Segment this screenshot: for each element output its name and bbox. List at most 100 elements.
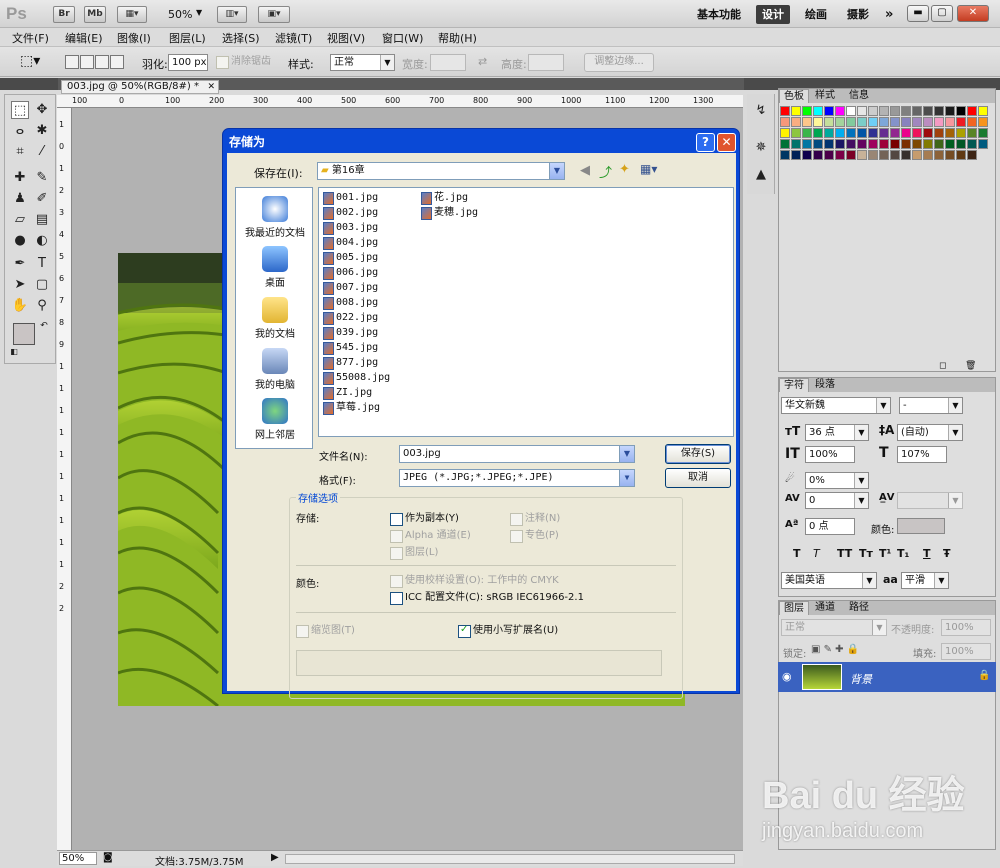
- path-selection-icon[interactable]: ➤: [11, 276, 29, 294]
- back-icon[interactable]: ◀: [580, 163, 590, 178]
- dialog-close-button[interactable]: ✕: [717, 133, 736, 152]
- tsume-input[interactable]: 0% ▼: [805, 472, 869, 489]
- color-swatch[interactable]: [912, 150, 922, 160]
- color-swatch[interactable]: [846, 128, 856, 138]
- file-item[interactable]: 002.jpg: [323, 205, 378, 220]
- color-swatch[interactable]: [835, 117, 845, 127]
- color-swatch[interactable]: [967, 150, 977, 160]
- superscript-button[interactable]: T¹: [879, 547, 891, 560]
- tab-info[interactable]: 信息: [845, 89, 873, 103]
- place-desktop[interactable]: 桌面: [236, 246, 314, 289]
- color-swatch[interactable]: [923, 106, 933, 116]
- file-item[interactable]: 005.jpg: [323, 250, 378, 265]
- file-item[interactable]: 022.jpg: [323, 310, 378, 325]
- history-panel-icon[interactable]: ↯: [752, 102, 770, 120]
- file-item[interactable]: 004.jpg: [323, 235, 378, 250]
- kerning-input[interactable]: 0 ▼: [805, 492, 869, 509]
- color-swatch[interactable]: [813, 139, 823, 149]
- status-menu-arrow-icon[interactable]: ▶: [271, 852, 279, 863]
- file-item[interactable]: 039.jpg: [323, 325, 378, 340]
- healing-brush-icon[interactable]: ✚: [11, 169, 29, 187]
- screen-mode-button[interactable]: ▣▾: [258, 6, 290, 23]
- tracking-input[interactable]: ▼: [897, 492, 963, 509]
- visibility-eye-icon[interactable]: ◉: [782, 670, 792, 683]
- color-swatch[interactable]: [890, 117, 900, 127]
- color-swatch[interactable]: [890, 139, 900, 149]
- color-swatch[interactable]: [846, 106, 856, 116]
- color-swatch[interactable]: [780, 139, 790, 149]
- height-input[interactable]: [528, 54, 564, 71]
- color-swatch[interactable]: [923, 128, 933, 138]
- shape-tool-icon[interactable]: ▢: [33, 276, 51, 294]
- opacity-input[interactable]: 100%: [941, 619, 991, 636]
- color-swatch[interactable]: [956, 106, 966, 116]
- color-swatch[interactable]: [780, 106, 790, 116]
- color-swatch[interactable]: [868, 117, 878, 127]
- workspace-design[interactable]: 设计: [756, 5, 790, 24]
- layers-checkbox[interactable]: 图层(L): [390, 546, 438, 560]
- gradient-tool-icon[interactable]: ▤: [33, 211, 51, 229]
- new-swatch-icon[interactable]: ◻: [939, 361, 946, 371]
- file-item[interactable]: 55008.jpg: [323, 370, 390, 385]
- annotations-checkbox[interactable]: 注释(N): [510, 512, 560, 526]
- menu-layer[interactable]: 图层(L): [169, 30, 206, 46]
- marquee-tool-icon[interactable]: ⬚: [11, 101, 29, 119]
- place-my-documents[interactable]: 我的文档: [236, 297, 314, 340]
- menu-filter[interactable]: 滤镜(T): [275, 30, 312, 46]
- tab-character[interactable]: 字符: [779, 378, 809, 392]
- menu-window[interactable]: 窗口(W): [382, 30, 423, 46]
- color-swatch[interactable]: [813, 106, 823, 116]
- navigator-panel-icon[interactable]: ✵: [752, 139, 770, 157]
- leading-input[interactable]: (自动) ▼: [897, 424, 963, 441]
- place-my-computer[interactable]: 我的电脑: [236, 348, 314, 391]
- color-swatch[interactable]: [901, 106, 911, 116]
- color-swatch[interactable]: [802, 139, 812, 149]
- color-swatch[interactable]: [857, 117, 867, 127]
- color-swatch[interactable]: [813, 117, 823, 127]
- dodge-tool-icon[interactable]: ◐: [33, 232, 51, 250]
- color-swatch[interactable]: [912, 106, 922, 116]
- clone-stamp-icon[interactable]: ♟: [11, 190, 29, 208]
- color-swatch[interactable]: [813, 128, 823, 138]
- zoom-level[interactable]: 50%: [168, 8, 192, 21]
- font-size-input[interactable]: 36 点 ▼: [805, 424, 869, 441]
- color-swatch[interactable]: [780, 117, 790, 127]
- help-button[interactable]: ?: [696, 133, 715, 152]
- view-menu-icon[interactable]: ▦▾: [640, 162, 657, 176]
- underline-button[interactable]: T: [923, 547, 931, 560]
- arrange-documents-button[interactable]: ▥▾: [217, 6, 247, 23]
- color-swatch[interactable]: [868, 150, 878, 160]
- document-tab[interactable]: 003.jpg @ 50%(RGB/8#) * ✕: [61, 80, 219, 94]
- menu-help[interactable]: 帮助(H): [438, 30, 477, 46]
- view-extras-button[interactable]: ▦▾: [117, 6, 147, 23]
- format-select[interactable]: JPEG (*.JPG;*.JPEG;*.JPE) ▼: [399, 469, 635, 487]
- color-swatch[interactable]: [791, 150, 801, 160]
- up-folder-icon[interactable]: ⤴: [599, 162, 612, 181]
- brush-tool-icon[interactable]: ✎: [33, 169, 51, 187]
- color-swatch[interactable]: [890, 150, 900, 160]
- icc-profile-checkbox[interactable]: ICC 配置文件(C): sRGB IEC61966-2.1: [390, 591, 584, 605]
- color-swatch[interactable]: [879, 117, 889, 127]
- language-select[interactable]: 美国英语 ▼: [781, 572, 877, 589]
- color-swatch[interactable]: [956, 128, 966, 138]
- color-swatch[interactable]: [945, 150, 955, 160]
- hand-tool-icon[interactable]: ✋: [11, 297, 29, 315]
- color-swatch[interactable]: [868, 139, 878, 149]
- color-swatch[interactable]: [901, 150, 911, 160]
- workspace-photography[interactable]: 摄影: [847, 5, 869, 24]
- color-swatch[interactable]: [945, 139, 955, 149]
- color-swatch[interactable]: [802, 117, 812, 127]
- file-item[interactable]: 001.jpg: [323, 190, 378, 205]
- tab-channels[interactable]: 通道: [811, 601, 839, 615]
- color-swatch[interactable]: [868, 128, 878, 138]
- color-swatch[interactable]: [901, 139, 911, 149]
- color-swatch[interactable]: [890, 106, 900, 116]
- close-button[interactable]: ✕: [957, 5, 989, 22]
- color-swatch[interactable]: [824, 139, 834, 149]
- as-copy-checkbox[interactable]: 作为副本(Y): [390, 512, 459, 526]
- vertical-scale-input[interactable]: 100%: [805, 446, 855, 463]
- color-swatch[interactable]: [945, 106, 955, 116]
- crop-tool-icon[interactable]: ⌗: [11, 143, 29, 161]
- tab-styles[interactable]: 样式: [811, 89, 839, 103]
- blur-tool-icon[interactable]: ●: [11, 232, 29, 250]
